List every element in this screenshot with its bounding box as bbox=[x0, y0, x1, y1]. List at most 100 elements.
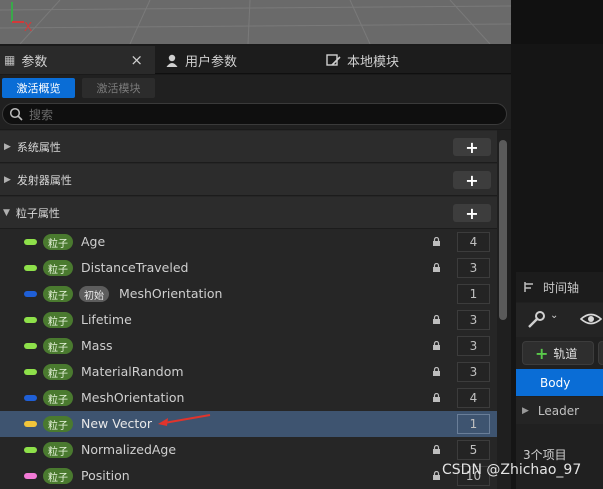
parameter-name: MeshOrientation bbox=[119, 286, 223, 301]
right-top-panel bbox=[511, 0, 603, 44]
lock-icon bbox=[433, 393, 440, 402]
type-pill bbox=[24, 291, 37, 297]
timeline-item-label: Leader bbox=[537, 403, 580, 418]
add-track-label: 轨道 bbox=[553, 346, 578, 361]
type-pill bbox=[24, 265, 37, 271]
reference-count: 3 bbox=[457, 362, 490, 382]
type-pill bbox=[24, 317, 37, 323]
namespace-badge: 粒子 bbox=[43, 468, 73, 484]
timeline-toolbar: ⌄ bbox=[516, 303, 603, 337]
wrench-icon[interactable] bbox=[526, 310, 548, 330]
parameter-row-new-vector[interactable]: 粒子 New Vector 1 bbox=[0, 411, 497, 437]
parameter-row-position[interactable]: 粒子 Position 10 bbox=[0, 463, 497, 489]
tab-user-parameters[interactable]: 用户参数 bbox=[160, 46, 310, 74]
reference-count: 1 bbox=[457, 284, 490, 304]
tab-parameters-label: 参数 bbox=[21, 54, 48, 70]
parameter-row-lifetime[interactable]: 粒子 Lifetime 3 bbox=[0, 307, 497, 333]
chevron-down-icon[interactable]: ⌄ bbox=[550, 310, 558, 321]
parameter-name: Mass bbox=[81, 338, 113, 353]
tab-parameters[interactable]: ▦ 参数 × bbox=[0, 46, 155, 74]
grid-icon: ▦ bbox=[4, 53, 16, 67]
type-pill bbox=[24, 369, 37, 375]
type-pill bbox=[24, 473, 37, 479]
parameter-row-normalizedage[interactable]: 粒子 NormalizedAge 5 bbox=[0, 437, 497, 463]
timeline-header: 时间轴 bbox=[516, 272, 603, 302]
namespace-badge: 粒子 bbox=[43, 260, 73, 276]
user-icon bbox=[166, 54, 178, 67]
category-particle-properties[interactable]: ▼ 粒子属性 + bbox=[0, 197, 497, 229]
lock-icon bbox=[433, 471, 440, 480]
reference-count: 3 bbox=[457, 310, 490, 330]
category-label: 发射器属性 bbox=[16, 173, 72, 187]
parameter-row-distancetraveled[interactable]: 粒子 DistanceTraveled 3 bbox=[0, 255, 497, 281]
reference-count: 3 bbox=[457, 336, 490, 356]
lock-icon bbox=[433, 315, 440, 324]
active-modules-button[interactable]: 激活模块 bbox=[82, 78, 155, 98]
type-pill bbox=[24, 239, 37, 245]
parameter-row-age[interactable]: 粒子 Age 4 bbox=[0, 229, 497, 255]
category-emitter-properties[interactable]: ▶ 发射器属性 + bbox=[0, 164, 497, 196]
lock-icon bbox=[433, 445, 440, 454]
close-icon[interactable]: × bbox=[130, 51, 143, 69]
timeline-item-label: Body bbox=[540, 375, 571, 390]
parameter-name: New Vector bbox=[81, 416, 153, 431]
parameter-row-materialrandom[interactable]: 粒子 MaterialRandom 3 bbox=[0, 359, 497, 385]
active-overview-button[interactable]: 激活概览 bbox=[2, 78, 75, 98]
type-pill bbox=[24, 421, 37, 427]
parameter-row-meshorientation[interactable]: 粒子 MeshOrientation 4 bbox=[0, 385, 497, 411]
list-scrollbar-thumb[interactable] bbox=[499, 140, 507, 320]
track-options-button[interactable] bbox=[598, 341, 603, 365]
reference-count: 4 bbox=[457, 232, 490, 252]
watermark: CSDN @Zhichao_97 bbox=[442, 462, 582, 478]
chevron-right-icon: ▶ bbox=[4, 174, 11, 185]
eye-icon[interactable] bbox=[580, 312, 602, 326]
namespace-badge: 粒子 bbox=[43, 390, 73, 406]
overview-toggle-bar: 激活概览 激活模块 bbox=[0, 75, 511, 101]
viewport-grid bbox=[0, 0, 511, 44]
timeline-icon bbox=[524, 282, 533, 292]
type-pill bbox=[24, 395, 37, 401]
module-icon bbox=[326, 54, 341, 66]
namespace-badge: 粒子 bbox=[43, 312, 73, 328]
search-input[interactable]: 搜索 bbox=[2, 103, 507, 125]
category-label: 系统属性 bbox=[16, 140, 61, 154]
category-system-properties[interactable]: ▶ 系统属性 + bbox=[0, 131, 497, 163]
plus-icon: + bbox=[535, 343, 549, 363]
namespace-badge: 粒子 bbox=[43, 286, 73, 302]
lock-icon bbox=[433, 237, 440, 246]
red-arrow-annotation bbox=[158, 414, 211, 426]
parameter-name: Position bbox=[81, 468, 130, 483]
reference-count: 4 bbox=[457, 388, 490, 408]
parameter-name: Lifetime bbox=[81, 312, 132, 327]
timeline-item-leader[interactable]: ▶ Leader bbox=[516, 397, 603, 424]
add-track-button[interactable]: + 轨道 bbox=[522, 341, 594, 365]
tab-local-modules[interactable]: 本地模块 bbox=[320, 46, 480, 74]
item-count: 3个项目 bbox=[523, 448, 567, 462]
lock-icon bbox=[433, 367, 440, 376]
parameter-name: NormalizedAge bbox=[81, 442, 177, 457]
parameter-name: MaterialRandom bbox=[81, 364, 184, 379]
type-pill bbox=[24, 343, 37, 349]
tab-user-parameters-label: 用户参数 bbox=[185, 54, 238, 70]
timeline-title: 时间轴 bbox=[543, 280, 580, 295]
timeline-item-body[interactable]: Body bbox=[516, 369, 603, 396]
parameter-row-meshorientation-initial[interactable]: 粒子 初始 MeshOrientation 1 bbox=[0, 281, 497, 307]
lock-icon bbox=[433, 263, 440, 272]
search-row: 搜索 bbox=[0, 101, 511, 129]
reference-count: 3 bbox=[457, 258, 490, 278]
tab-local-modules-label: 本地模块 bbox=[347, 54, 400, 70]
namespace-badge: 粒子 bbox=[43, 364, 73, 380]
lock-icon bbox=[433, 341, 440, 350]
add-emitter-parameter-button[interactable]: + bbox=[453, 171, 491, 190]
parameter-row-mass[interactable]: 粒子 Mass 3 bbox=[0, 333, 497, 359]
chevron-right-icon: ▶ bbox=[4, 141, 11, 152]
viewport[interactable]: X bbox=[0, 0, 511, 44]
panel-tab-bar: ▦ 参数 × 用户参数 本地模块 bbox=[0, 46, 511, 74]
search-icon bbox=[9, 107, 23, 121]
add-particle-parameter-button[interactable]: + bbox=[453, 204, 491, 223]
search-placeholder: 搜索 bbox=[29, 107, 54, 122]
namespace-badge: 粒子 bbox=[43, 338, 73, 354]
namespace-badge: 粒子 bbox=[43, 234, 73, 250]
add-system-parameter-button[interactable]: + bbox=[453, 138, 491, 157]
parameter-name: MeshOrientation bbox=[81, 390, 185, 405]
